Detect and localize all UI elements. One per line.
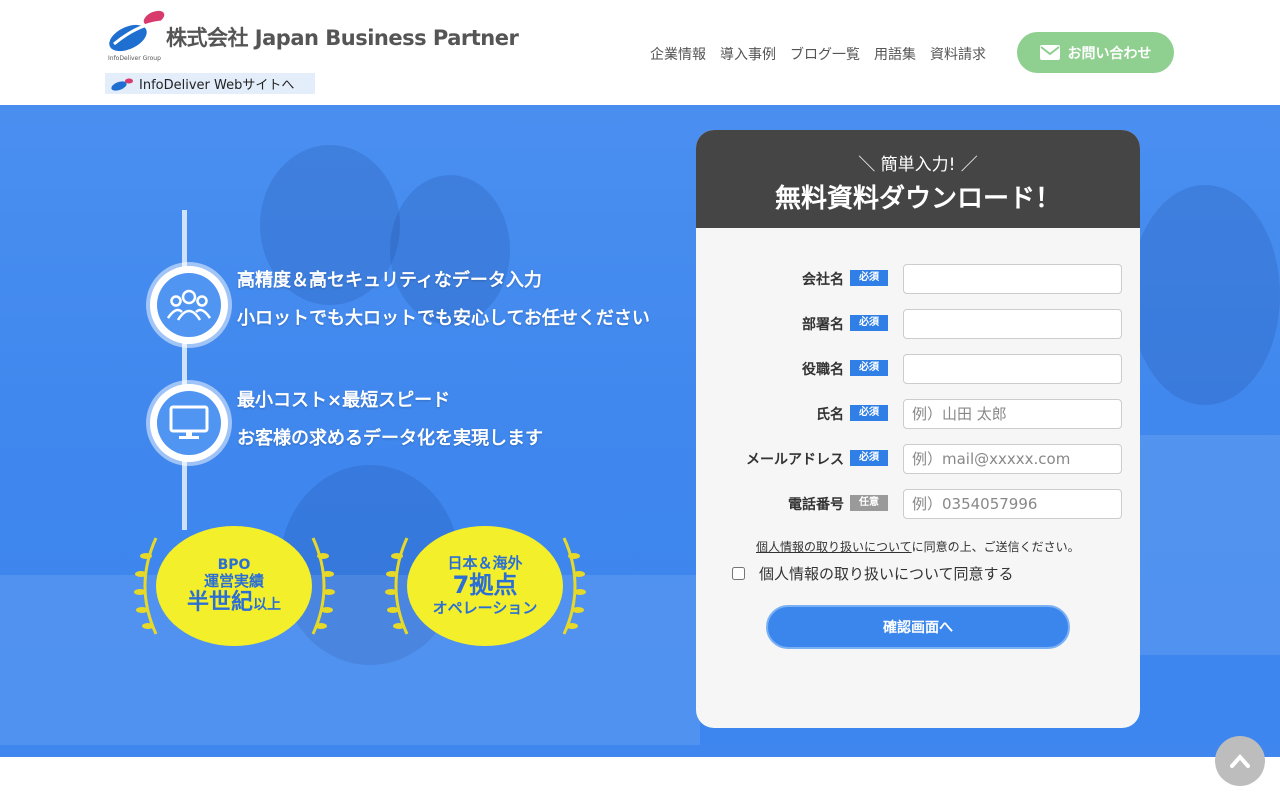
company-name[interactable]: 株式会社 Japan Business Partner [166,22,519,52]
form-row-company: 会社名 必須 [696,263,1140,295]
badge-1-line1: BPO [217,556,251,573]
laurel-right-icon [311,537,335,635]
feature-1-line2: 小ロットでも大ロットでも安心してお任せください [237,308,650,329]
feature-2-line1: 最小コスト×最短スピード [237,390,451,411]
badge-1-line3: 半世紀以上 [186,590,281,616]
department-field[interactable] [903,309,1122,339]
badge-1-line2: 運営実績 [203,571,264,590]
infodeliver-link[interactable]: InfoDeliver Webサイトへ [105,73,315,94]
field-label: 会社名 [802,272,844,288]
confirm-button[interactable]: 確認画面へ [766,605,1070,649]
group-name: InfoDeliver Group [108,55,161,62]
required-badge: 必須 [850,450,888,466]
agree-row: 個人情報の取り扱いについて同意する [732,563,1014,584]
required-badge: 必須 [850,270,888,286]
nav-blog[interactable]: ブログ一覧 [790,44,860,64]
email-field[interactable] [903,444,1122,474]
laurel-right-icon [562,537,586,635]
agree-checkbox[interactable] [732,567,745,580]
form-row-department: 部署名 必須 [696,308,1140,340]
field-label: 電話番号 [788,497,844,513]
form-title: 無料資料ダウンロード！ [774,184,1061,214]
feature-2-text: 最小コスト×最短スピード お客様の求めるデータ化を実現します [237,382,543,458]
feature-2-line2: お客様の求めるデータ化を実現します [237,428,543,449]
feature-2-icon-wrap [150,384,228,462]
nav-glossary[interactable]: 用語集 [874,44,916,64]
optional-badge: 任意 [850,495,888,511]
form-row-name: 氏名 必須 [696,398,1140,430]
form-subtitle: ＼ 簡単入力! ／ [858,155,978,175]
field-label: メールアドレス [746,452,844,468]
required-badge: 必須 [850,315,888,331]
required-badge: 必須 [850,405,888,421]
nav-company[interactable]: 企業情報 [650,44,706,64]
achievement-badge-2: 日本＆海外 7拠点 オペレーション [383,526,588,646]
achievement-badge-1: BPO 運営実績 半世紀以上 [132,526,337,646]
badge-1-circle: BPO 運営実績 半世紀以上 [156,526,312,646]
site-header: 株式会社 Japan Business Partner InfoDeliver … [0,0,1280,105]
feature-1-text: 高精度＆高セキュリティなデータ入力 小ロットでも大ロットでも安心してお任せくださ… [237,262,650,338]
field-label: 氏名 [816,407,844,423]
required-badge: 必須 [850,360,888,376]
feature-1-line1: 高精度＆高セキュリティなデータ入力 [237,270,542,291]
badge-2-circle: 日本＆海外 7拠点 オペレーション [407,526,563,646]
position-field[interactable] [903,354,1122,384]
company-field[interactable] [903,264,1122,294]
badge-2-line3: オペレーション [432,598,538,617]
hero-bottom-strip [0,745,1280,757]
privacy-note: 個人情報の取り扱いについてに同意の上、ご送信ください。 [756,538,1080,555]
infodeliver-link-label: InfoDeliver Webサイトへ [139,78,295,93]
infodeliver-logo-icon [111,78,133,91]
background-photo [1140,435,1280,655]
chevron-up-icon [1230,754,1250,768]
form-row-phone: 電話番号 任意 [696,488,1140,520]
main-nav: 企業情報 導入事例 ブログ一覧 用語集 資料請求 [650,44,1000,64]
background-photo [0,575,700,745]
privacy-policy-link[interactable]: 個人情報の取り扱いについて [756,540,912,554]
field-label: 役職名 [802,362,844,378]
name-field[interactable] [903,399,1122,429]
monitor-icon [169,405,209,439]
company-logo-icon[interactable] [108,6,166,56]
nav-cases[interactable]: 導入事例 [720,44,776,64]
contact-button-label: お問い合わせ [1067,45,1152,62]
people-icon [167,289,211,321]
background-photo [1130,185,1280,405]
phone-field[interactable] [903,489,1122,519]
feature-timeline [182,210,187,530]
contact-button[interactable]: お問い合わせ [1017,32,1174,73]
download-form-card: ＼ 簡単入力! ／ 無料資料ダウンロード！ 会社名 必須 部署名 必須 役職名 … [696,130,1140,728]
form-row-position: 役職名 必須 [696,353,1140,385]
badge-2-line1: 日本＆海外 [447,553,523,572]
feature-1-icon-wrap [150,266,228,344]
form-header: ＼ 簡単入力! ／ 無料資料ダウンロード！ [696,130,1140,228]
mail-icon [1039,45,1060,60]
form-row-email: メールアドレス 必須 [696,443,1140,475]
badge-2-line2: 7拠点 [452,571,518,600]
nav-documents[interactable]: 資料請求 [930,44,986,64]
privacy-note-text: に同意の上、ご送信ください。 [911,540,1080,554]
field-label: 部署名 [802,317,844,333]
agree-label[interactable]: 個人情報の取り扱いについて同意する [759,563,1014,584]
scroll-top-button[interactable] [1215,736,1265,786]
